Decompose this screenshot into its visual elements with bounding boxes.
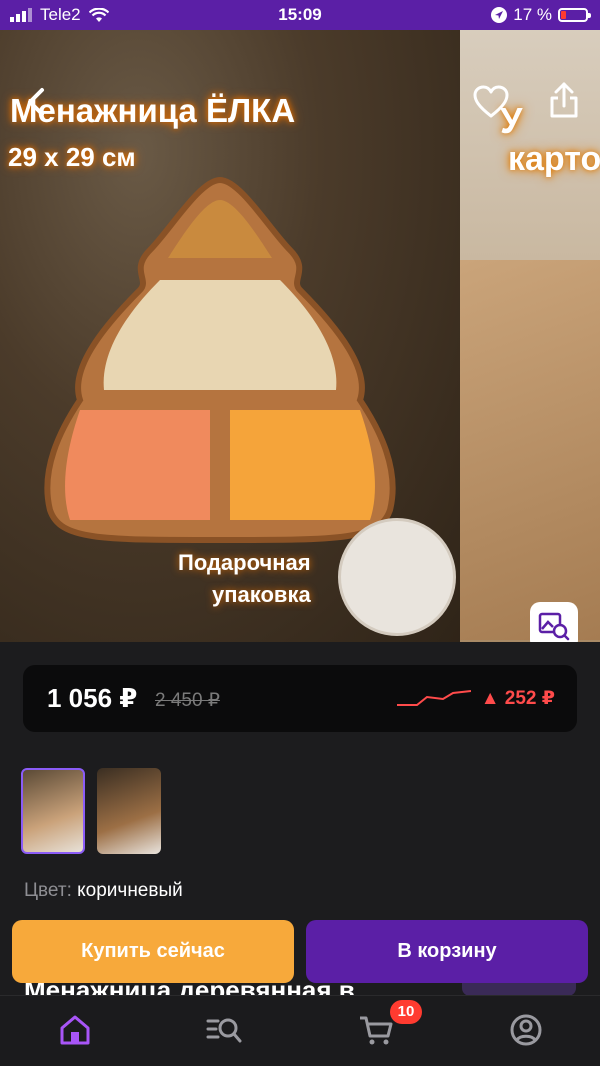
tab-bar <box>0 995 600 1066</box>
current-price: 1 056 ₽ <box>47 683 138 713</box>
cart-count-badge: 10 <box>390 1000 422 1024</box>
battery-percent: 17 % <box>513 5 552 24</box>
share-icon <box>550 82 578 118</box>
tab-profile[interactable] <box>506 1012 546 1048</box>
back-button[interactable] <box>18 84 54 120</box>
heart-icon <box>473 85 509 118</box>
gallery-slide-2[interactable]: У карто <box>460 30 600 642</box>
gift-label-line2: упаковка <box>212 582 311 607</box>
catalog-search-icon <box>206 1018 242 1043</box>
tab-cart[interactable] <box>356 1012 396 1048</box>
home-icon <box>60 1015 90 1045</box>
add-to-cart-button[interactable]: В корзину <box>306 920 588 983</box>
product-gallery[interactable]: Менажница ЁЛКА 29 x 29 см Подарочная упа… <box>0 30 600 642</box>
cart-icon <box>360 1016 393 1045</box>
battery-icon <box>558 8 591 22</box>
tab-home[interactable] <box>55 1012 95 1048</box>
color-label: Цвет: <box>24 880 72 901</box>
price-card[interactable]: 1 056 ₽ 2 450 ₽ ▲ 252 ₽ <box>23 665 577 732</box>
gift-label-line1: Подарочная <box>178 550 311 575</box>
chevron-left-icon <box>28 88 44 116</box>
variant-thumbnail-2[interactable] <box>97 768 161 854</box>
old-price: 2 450 ₽ <box>155 690 220 711</box>
visual-search-button[interactable] <box>530 602 578 642</box>
color-attribute: Цвет: коричневый <box>24 880 183 902</box>
product-screen: Tele2 15:09 17 % Менажница ЁЛКА 29 x 29 … <box>0 0 600 1066</box>
tab-catalog[interactable] <box>205 1012 245 1048</box>
status-bar: Tele2 15:09 17 % <box>0 0 600 30</box>
gift-stamp-image <box>338 518 456 636</box>
price-change: ▲ 252 ₽ <box>480 688 555 709</box>
location-arrow-icon <box>491 7 508 23</box>
gift-box-image <box>460 260 600 640</box>
product-photo-tree-tray <box>44 176 396 543</box>
favorite-button[interactable] <box>472 84 510 120</box>
buy-now-button[interactable]: Купить сейчас <box>12 920 294 983</box>
slide-size: 29 x 29 см <box>8 142 136 172</box>
profile-icon <box>510 1014 542 1046</box>
status-right: 17 % <box>491 5 591 25</box>
image-search-icon <box>538 612 570 641</box>
slide2-title-line2: карто <box>508 140 600 178</box>
price-trend-sparkline <box>397 690 471 706</box>
share-button[interactable] <box>546 80 582 120</box>
color-value: коричневый <box>77 880 183 901</box>
gallery-slide-1[interactable]: Менажница ЁЛКА 29 x 29 см Подарочная упа… <box>0 30 460 642</box>
variant-thumbnail-1[interactable] <box>21 768 85 854</box>
